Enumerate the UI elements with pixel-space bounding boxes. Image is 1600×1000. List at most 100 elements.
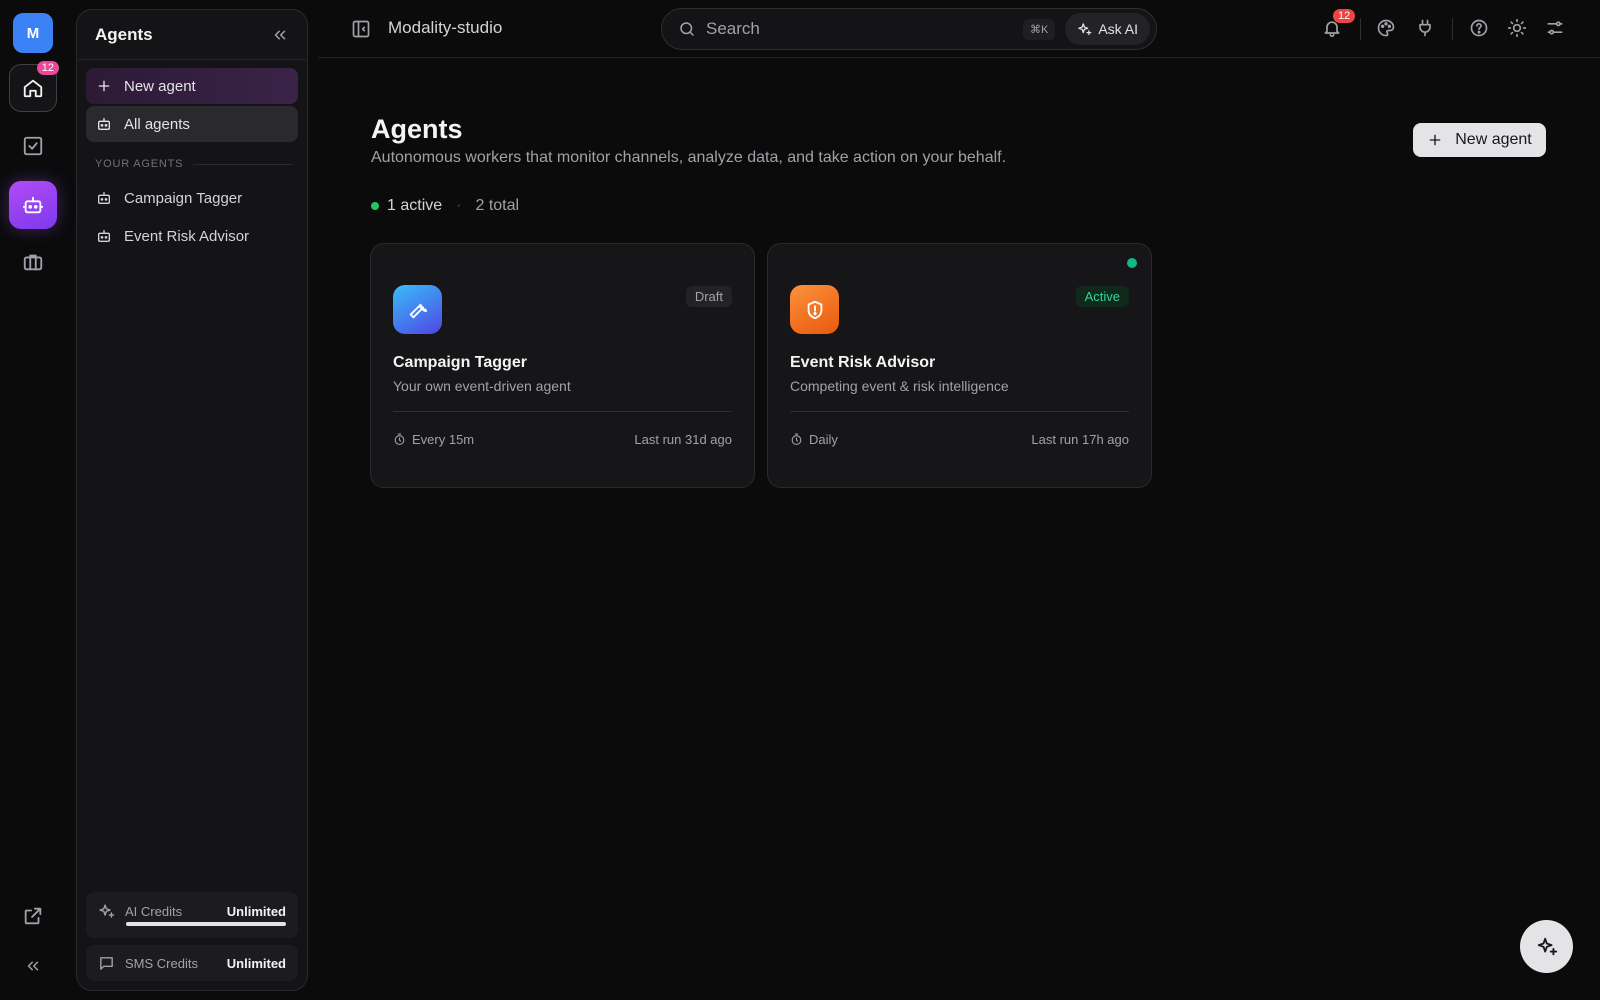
sms-credits-label: SMS Credits [125,955,198,971]
toggle-sidebar-button[interactable] [351,19,371,39]
integrations-button[interactable] [1415,18,1435,38]
agent-card-footer: Daily Last run 17h ago [790,432,1129,447]
search-bar[interactable]: Search ⌘K Ask AI [661,8,1157,50]
bot-icon [98,192,110,204]
live-status-dot [1127,258,1137,268]
search-icon [680,22,694,36]
workspace-name[interactable]: Modality-studio [388,18,502,38]
active-count: 1 active [387,197,443,214]
checkbox-icon [23,136,43,156]
agent-card-icon [790,285,839,334]
plug-icon [1419,19,1431,37]
total-count: 2 total [475,197,520,214]
page-subtitle: Autonomous workers that monitor channels… [371,149,1007,166]
sun-icon [1507,18,1527,38]
sliders-icon [1547,21,1563,35]
ask-ai-button[interactable]: Ask AI [1065,13,1150,45]
notifications-button[interactable]: 12 [1322,9,1356,38]
card-divider [790,411,1129,412]
ai-assistant-fab[interactable] [1520,920,1573,973]
agent-card-event-risk-advisor[interactable]: Active Event Risk Advisor Competing even… [767,243,1152,488]
sidebar-item-label: Event Risk Advisor [124,227,250,245]
sms-credits: SMS Credits Unlimited [86,945,298,981]
new-agent-label: New agent [124,77,196,95]
external-link-button[interactable] [9,892,57,940]
sparkles-icon [1078,22,1092,35]
shield-icon [807,300,822,319]
home-icon [23,79,43,98]
agent-card-description: Your own event-driven agent [393,378,571,394]
search-shortcut: ⌘K [1022,18,1056,40]
ai-credits-bar [126,922,286,926]
card-divider [393,411,732,412]
your-agents-section-label: YOUR AGENTS [95,158,293,170]
plus-icon [98,80,110,92]
sidebar-toggle-icon [352,20,370,38]
theme-toggle-button[interactable] [1507,18,1527,38]
agent-card-campaign-tagger[interactable]: Draft Campaign Tagger Your own event-dri… [370,243,755,488]
panel-new-agent-button[interactable]: New agent [86,68,298,104]
briefcase-icon [23,254,43,271]
new-agent-button-label: New agent [1455,131,1532,148]
sidebar-item-label: Campaign Tagger [124,189,243,207]
theme-palette-button[interactable] [1376,18,1396,38]
agent-card-footer: Every 15m Last run 31d ago [393,432,732,447]
panel-title: Agents [95,24,153,44]
status-badge: Active [1075,286,1129,307]
bot-icon [22,196,44,214]
agent-card-icon [393,285,442,334]
agent-card-last-run: Last run 17h ago [1031,432,1129,447]
agent-card-name: Campaign Tagger [393,354,527,371]
settings-button[interactable] [1545,18,1565,38]
chevrons-left-icon [27,961,39,971]
bot-icon [98,230,110,242]
home-badge: 12 [36,61,59,75]
agent-card-schedule: Every 15m [412,432,475,447]
wrench-icon [409,303,427,318]
agent-card-last-run: Last run 31d ago [634,432,732,447]
top-bar: Modality-studio Search ⌘K Ask AI 12 [318,0,1600,58]
help-icon [1470,19,1488,37]
external-link-icon [24,907,42,925]
page-title: Agents [371,114,463,144]
sidebar-item-campaign-tagger[interactable]: Campaign Tagger [86,180,298,216]
agent-card-schedule: Daily [809,432,838,447]
workspace-avatar[interactable]: M [13,13,53,53]
panel-header: Agents [77,10,307,60]
collapse-panel-button[interactable] [271,26,289,44]
collapse-rail-button[interactable] [9,942,57,990]
ai-credits: AI Credits Unlimited [86,892,298,938]
search-input[interactable]: Search [706,19,1013,39]
all-agents-item[interactable]: All agents [86,106,298,142]
help-button[interactable] [1469,18,1489,38]
sidebar-item-event-risk-advisor[interactable]: Event Risk Advisor [86,218,298,254]
ai-credits-label: AI Credits [125,903,183,919]
active-dot [371,202,379,210]
timer-icon [394,433,405,445]
agent-card-name: Event Risk Advisor [790,354,936,371]
briefcase-nav-button[interactable] [9,238,57,286]
timer-icon [791,433,802,445]
divider [1452,18,1453,40]
sparkles-icon [1537,937,1557,955]
palette-icon [1377,19,1395,37]
notification-badge: 12 [1333,9,1356,23]
bot-icon [98,118,110,130]
tasks-nav-button[interactable] [9,122,57,170]
chevrons-left-icon [274,30,286,39]
agents-nav-button[interactable] [9,181,57,229]
app-rail: M 12 [0,0,66,1000]
agents-panel: Agents New agent All agents YOUR AGENTS … [76,9,308,991]
all-agents-label: All agents [124,115,190,133]
divider [1360,18,1361,40]
home-nav-button[interactable]: 12 [9,61,59,112]
plus-icon [1429,134,1441,146]
sparkles-icon [99,903,115,918]
stats-separator: · [456,197,462,214]
message-icon [100,956,113,970]
status-badge: Draft [685,286,732,307]
agent-stats: 1 active · 2 total [371,197,519,215]
sms-credits-value: Unlimited [226,955,286,971]
new-agent-button[interactable]: New agent [1413,123,1546,157]
ai-credits-value: Unlimited [226,903,286,919]
